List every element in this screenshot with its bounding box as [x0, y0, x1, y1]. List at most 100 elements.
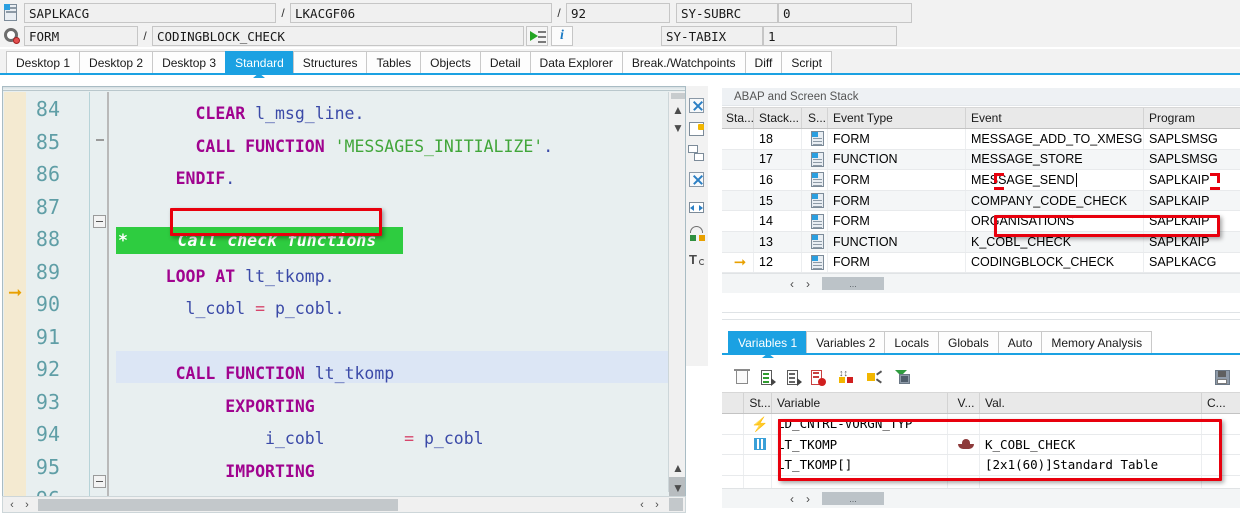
tab-variables-1[interactable]: Variables 1: [728, 331, 808, 353]
new-window-icon[interactable]: [686, 120, 708, 142]
hscroll-thumb[interactable]: [38, 499, 398, 511]
variables-column-header[interactable]: St...: [744, 393, 772, 413]
include-field[interactable]: LKACGF06: [290, 3, 552, 23]
tab-standard[interactable]: Standard: [225, 51, 294, 73]
code-line[interactable]: CLEAR l_msg_line.: [116, 98, 364, 131]
stack-grid-footer[interactable]: ‹ › ...: [722, 273, 1240, 293]
tab-memory-analysis[interactable]: Memory Analysis: [1041, 331, 1153, 353]
stack-scroll-right-icon[interactable]: ›: [800, 276, 816, 292]
table-row[interactable]: 15 FORM COMPANY_CODE_CHECK SAPLKAIP: [722, 190, 1240, 212]
stack-scroll-left-icon[interactable]: ‹: [784, 276, 800, 292]
close-icon[interactable]: [686, 96, 708, 118]
row-selector-cell[interactable]: [722, 455, 744, 475]
tab-globals[interactable]: Globals: [938, 331, 999, 353]
sy-tabix-value[interactable]: 1: [763, 26, 897, 46]
variables-scroll-right-icon[interactable]: ›: [800, 491, 816, 507]
swap-windows-icon[interactable]: [686, 144, 708, 166]
variables-column-header[interactable]: V...: [948, 393, 980, 413]
scroll-up-icon-2[interactable]: ▲: [668, 459, 685, 477]
stack-grid-body[interactable]: 18 FORM MESSAGE_ADD_TO_XMESG SAPLSMSG 17 FUNC…: [722, 129, 1240, 274]
text-wrap-icon[interactable]: T: [686, 250, 708, 272]
hscroll-left-icon[interactable]: ‹: [5, 497, 19, 512]
fold-toggle-100[interactable]: [93, 475, 106, 488]
tab-desktop-2[interactable]: Desktop 2: [79, 51, 154, 73]
stack-column-header[interactable]: Program: [1144, 108, 1239, 128]
tab-structures[interactable]: Structures: [292, 51, 368, 73]
hscroll-thumb-2[interactable]: [669, 498, 683, 511]
tab-desktop-3[interactable]: Desktop 3: [152, 51, 227, 73]
variables-column-header[interactable]: [722, 393, 744, 413]
table-row[interactable]: 16 FORM MESSAGE_SEND SAPLKAIP: [722, 170, 1240, 191]
code-line[interactable]: CALL FUNCTION 'MESSAGES_INITIALIZE'.: [116, 131, 553, 164]
code-line[interactable]: IMPORTING: [116, 456, 314, 489]
code-editor[interactable]: 84858687888990919293949596979899100 CLEA…: [2, 86, 686, 506]
code-text[interactable]: CLEAR l_msg_line. CALL FUNCTION 'MESSAGE…: [116, 92, 668, 505]
stack-column-header[interactable]: Stack...: [754, 108, 802, 128]
folding-gutter[interactable]: [90, 92, 116, 505]
stack-column-header[interactable]: Event: [966, 108, 1144, 128]
tab-objects[interactable]: Objects: [420, 51, 481, 73]
maximize-icon[interactable]: [686, 170, 708, 192]
info-icon[interactable]: i: [551, 26, 573, 46]
tab-script[interactable]: Script: [781, 51, 833, 73]
step-into-icon[interactable]: [526, 26, 548, 46]
tab-detail[interactable]: Detail: [479, 51, 531, 73]
variables-column-header[interactable]: C...: [1202, 393, 1240, 413]
editor-vertical-scrollbar[interactable]: [668, 92, 685, 492]
scroll-down-icon-2[interactable]: ▼: [668, 479, 685, 497]
insert-variable-after-icon[interactable]: [784, 368, 806, 388]
tab-auto[interactable]: Auto: [997, 331, 1043, 353]
row-selector-cell[interactable]: [722, 414, 744, 434]
hscroll-right-icon[interactable]: ›: [20, 497, 34, 512]
delete-row-icon[interactable]: [808, 368, 830, 388]
variables-column-header[interactable]: Variable: [772, 393, 948, 413]
tab-tables[interactable]: Tables: [366, 51, 422, 73]
detail-icon[interactable]: [864, 368, 886, 388]
stack-grid[interactable]: Sta... Stack... S... Event Type Event Program…: [722, 107, 1240, 274]
line-number-field[interactable]: 92: [566, 3, 670, 23]
tab-break-watchpoints[interactable]: Break./Watchpoints: [621, 51, 746, 73]
variables-grid-footer[interactable]: ‹ › ...: [722, 488, 1240, 508]
stack-hscroll-thumb[interactable]: ...: [822, 277, 884, 290]
scroll-up-icon[interactable]: ▲: [668, 101, 685, 119]
stack-column-header[interactable]: S...: [802, 108, 828, 128]
tab-data-explorer[interactable]: Data Explorer: [529, 51, 623, 73]
code-line[interactable]: l_cobl = p_cobl.: [116, 293, 345, 326]
hscroll-right-icon-2[interactable]: ›: [650, 497, 664, 512]
save-icon[interactable]: [1212, 368, 1234, 388]
variables-column-header[interactable]: Val.: [980, 393, 1202, 413]
fold-toggle-89[interactable]: [93, 215, 106, 228]
sy-subrc-value[interactable]: 0: [778, 3, 912, 23]
event-type-field[interactable]: FORM: [24, 26, 138, 46]
program-field[interactable]: SAPLKACG: [24, 3, 276, 23]
restore-icon[interactable]: [686, 224, 708, 246]
code-line[interactable]: LOOP AT lt_tkomp.: [116, 261, 335, 294]
tab-desktop-1[interactable]: Desktop 1: [6, 51, 81, 73]
compare-icon[interactable]: ↕↕: [836, 368, 858, 388]
table-row[interactable]: ➞ 12 FORM CODINGBLOCK_CHECK SAPLKACG: [722, 252, 1240, 274]
panel-splitter[interactable]: [722, 312, 1240, 320]
editor-horizontal-scrollbar[interactable]: ‹ › ‹ ›: [2, 496, 686, 513]
delete-icon[interactable]: [732, 368, 754, 388]
insert-variable-icon[interactable]: [758, 368, 780, 388]
variables-hscroll-thumb[interactable]: ...: [822, 492, 884, 505]
screen-icon[interactable]: [892, 368, 914, 388]
stack-column-header[interactable]: Event Type: [828, 108, 966, 128]
variables-scroll-left-icon[interactable]: ‹: [784, 491, 800, 507]
table-row[interactable]: 17 FUNCTION MESSAGE_STORE SAPLSMSG: [722, 149, 1240, 171]
code-line[interactable]: ENDIF.: [116, 163, 236, 196]
code-line[interactable]: i_cobl = p_cobl: [116, 423, 484, 456]
table-row[interactable]: 18 FORM MESSAGE_ADD_TO_XMESG SAPLSMSG: [722, 129, 1240, 150]
hscroll-left-icon-2[interactable]: ‹: [635, 497, 649, 512]
event-name-field[interactable]: CODINGBLOCK_CHECK: [152, 26, 524, 46]
stack-column-header[interactable]: Sta...: [722, 108, 754, 128]
code-line[interactable]: EXPORTING: [116, 391, 314, 424]
tab-locals[interactable]: Locals: [884, 331, 939, 353]
tab-diff[interactable]: Diff: [744, 51, 783, 73]
code-line[interactable]: CALL FUNCTION lt_tkomp: [116, 358, 395, 391]
folding-guide-line: [107, 92, 109, 505]
row-selector-cell[interactable]: [722, 434, 744, 455]
resize-horizontal-icon[interactable]: [686, 198, 708, 220]
tab-variables-2[interactable]: Variables 2: [806, 331, 886, 353]
scroll-down-icon[interactable]: ▼: [668, 119, 685, 137]
